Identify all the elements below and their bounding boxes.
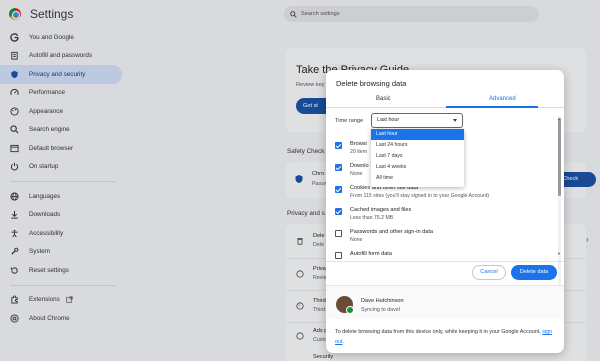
time-range-dropdown: Last hour Last 24 hours Last 7 days Last… — [371, 129, 464, 187]
sync-badge-icon — [346, 306, 354, 314]
item-sub: 20 item — [350, 149, 368, 155]
item-sub: Less than 76.2 MB — [350, 215, 394, 221]
scroll-down-icon[interactable]: ▼ — [557, 251, 561, 256]
footer-text: To delete browsing data from this device… — [335, 329, 543, 335]
time-range-select[interactable]: Last hour — [371, 113, 463, 128]
dialog-title: Delete browsing data — [336, 79, 407, 88]
item-sub: None — [350, 237, 363, 243]
dialog-tabs: Basic Advanced — [326, 94, 564, 108]
profile-name: Dave Hutchinson — [361, 298, 404, 304]
item-title: Cached images and files — [350, 207, 412, 213]
checkbox-checked[interactable] — [335, 208, 342, 215]
item-sub: From 115 sites (you'll stay signed in to… — [350, 193, 490, 199]
option-last-7-days[interactable]: Last 7 days — [371, 151, 464, 162]
delete-data-button[interactable]: Delete data — [511, 265, 557, 280]
item-browsing-history[interactable]: Browsi 20 item — [335, 141, 367, 155]
item-download-history[interactable]: Downlo None — [335, 163, 369, 177]
dialog-divider — [326, 261, 564, 262]
dropdown-caret-icon — [453, 119, 457, 122]
delete-browsing-data-dialog: Delete browsing data Basic Advanced Time… — [326, 70, 564, 353]
time-range-label: Time range — [335, 118, 364, 124]
checkbox-checked[interactable] — [335, 164, 342, 171]
item-autofill[interactable]: Autofill form data — [335, 251, 392, 261]
checkbox-unchecked[interactable] — [335, 230, 342, 237]
item-title: Autofill form data — [350, 251, 392, 257]
checkbox-checked[interactable] — [335, 142, 342, 149]
item-passwords[interactable]: Passwords and other sign-in data None — [335, 229, 433, 243]
item-title: Downlo — [350, 163, 369, 169]
option-last-4-weeks[interactable]: Last 4 weeks — [371, 162, 464, 173]
option-all-time[interactable]: All time — [371, 173, 464, 184]
item-title: Passwords and other sign-in data — [350, 229, 434, 235]
option-last-hour[interactable]: Last hour — [371, 129, 464, 140]
checkbox-unchecked[interactable] — [335, 252, 342, 259]
scrollbar-thumb[interactable] — [558, 118, 561, 196]
option-last-24-hours[interactable]: Last 24 hours — [371, 140, 464, 151]
dialog-footer-text: To delete browsing data from this device… — [335, 327, 557, 347]
profile-status: Syncing to davel — [361, 307, 400, 313]
tab-advanced[interactable]: Advanced — [489, 96, 516, 102]
active-tab-indicator — [446, 106, 538, 108]
item-cookies[interactable]: Cookies and other site data From 115 site… — [335, 185, 489, 199]
item-cached-images[interactable]: Cached images and files Less than 76.2 MB — [335, 207, 411, 221]
time-range-value: Last hour — [377, 117, 400, 123]
item-sub: None — [350, 171, 363, 177]
sync-profile: Dave Hutchinson Syncing to davel — [326, 285, 564, 319]
checkbox-checked[interactable] — [335, 186, 342, 193]
scroll-up-icon[interactable]: ▲ — [557, 116, 561, 121]
item-title: Browsi — [350, 141, 367, 147]
footer-end: . — [342, 339, 345, 345]
tab-basic[interactable]: Basic — [376, 96, 391, 102]
cancel-button[interactable]: Cancel — [472, 265, 506, 280]
